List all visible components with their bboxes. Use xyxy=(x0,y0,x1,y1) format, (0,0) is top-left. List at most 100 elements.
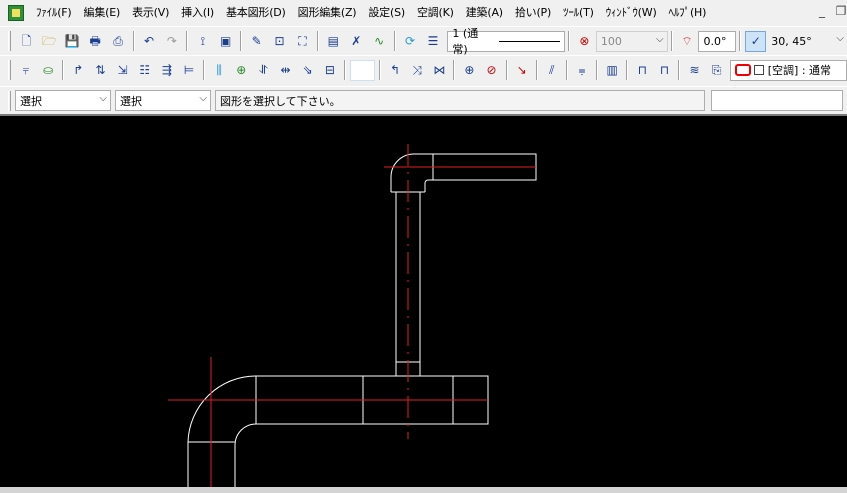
prompt-text: 図形を選択して下さい。 xyxy=(220,94,341,108)
angle-value: 0.0° xyxy=(703,34,727,48)
layer-color-swatch xyxy=(734,64,751,76)
crosshair-icon[interactable]: ⊕ xyxy=(459,60,479,81)
duct-outline[interactable] xyxy=(390,153,537,192)
menu-item[interactable]: ﾍﾙﾌﾟ(H) xyxy=(663,2,713,24)
mirror-icon[interactable]: ⋈ xyxy=(429,60,449,81)
app-icon[interactable] xyxy=(8,5,24,21)
hatch-icon[interactable]: ⊘ xyxy=(482,60,502,81)
command-bar: 選択 ⌵ 選択 ⌵ 図形を選択して下さい。 xyxy=(0,86,847,114)
coil-icon[interactable]: ⥯ xyxy=(253,60,273,81)
select-mode-1-value: 選択 xyxy=(20,94,42,108)
select-mode-2-value: 選択 xyxy=(120,94,142,108)
chevron-down-icon: ⌵ xyxy=(199,93,207,104)
command-input[interactable] xyxy=(711,90,843,111)
undo-icon[interactable]: ↶ xyxy=(139,31,160,52)
separator xyxy=(62,60,65,80)
flange-icon[interactable]: ⇶ xyxy=(157,60,177,81)
menu-item[interactable]: ﾌｧｲﾙ(F) xyxy=(30,2,78,24)
separator xyxy=(316,31,319,51)
fitting-tool-icon[interactable]: ⛀ xyxy=(38,60,58,81)
offset-icon[interactable]: ⤨ xyxy=(407,60,427,81)
hvac-toolbar: ⫧ ⛀ ↱ ⇅ ⇲ ☷ ⇶ ⊨ ⫼ ⊕ ⥯ ⇹ ⇘ ⊟ ↰ ⤨ ⋈ ⊕ ⊘ ↘ … xyxy=(0,55,847,84)
zoom-fit-icon[interactable]: ⛶ xyxy=(292,31,313,52)
restore-icon[interactable]: ❐ xyxy=(834,4,847,18)
print-preview-icon[interactable]: 🖶 xyxy=(85,31,106,52)
angle-input[interactable]: 0.0° xyxy=(698,30,737,52)
toolbar-grip[interactable] xyxy=(8,31,11,51)
save-icon[interactable]: 💾 xyxy=(62,31,83,52)
toolbar-grip[interactable] xyxy=(8,60,11,80)
menu-item[interactable]: 挿入(I) xyxy=(175,2,220,24)
minimize-icon[interactable]: _ xyxy=(815,4,829,18)
reducer-icon[interactable]: ⇲ xyxy=(113,60,133,81)
linetype-select[interactable]: 1 (通常) xyxy=(447,27,565,56)
select-mode-combo-2[interactable]: 選択 ⌵ xyxy=(115,90,211,111)
snap-angle-icon[interactable]: ✓ xyxy=(745,30,767,52)
toolbar-grip[interactable] xyxy=(8,90,11,111)
new-file-icon[interactable]: 🗋 xyxy=(16,31,37,52)
separator xyxy=(670,31,673,51)
route-icon[interactable]: ↰ xyxy=(385,60,405,81)
separator xyxy=(453,60,456,80)
damper-icon[interactable]: ☷ xyxy=(135,60,155,81)
drawing-canvas[interactable] xyxy=(0,114,847,493)
status-bar xyxy=(0,487,847,493)
menu-item[interactable]: 基本図形(D) xyxy=(220,2,292,24)
menu-item[interactable]: 編集(E) xyxy=(78,2,127,24)
frame-icon[interactable]: ⊓ xyxy=(632,60,652,81)
snap-angle-select[interactable]: 30, 45° ⌵ xyxy=(767,31,847,52)
layers-icon[interactable]: ≋ xyxy=(684,60,704,81)
menu-item[interactable]: ﾂｰﾙ(T) xyxy=(557,2,600,24)
menu-item[interactable]: 図形編集(Z) xyxy=(292,2,363,24)
branch-icon[interactable]: ⇅ xyxy=(90,60,110,81)
menu-item[interactable]: 空調(K) xyxy=(411,2,460,24)
chevron-down-icon: ⌵ xyxy=(99,93,107,104)
frame2-icon[interactable]: ⊓ xyxy=(654,60,674,81)
layer-label: [空調] : 通常 xyxy=(767,64,832,77)
separator xyxy=(626,60,629,80)
fan-icon[interactable]: ⊕ xyxy=(231,60,251,81)
measure-icon[interactable]: ✎ xyxy=(246,31,267,52)
properties-icon[interactable]: ☰ xyxy=(423,31,444,52)
menu-item[interactable]: 拾い(P) xyxy=(509,2,557,24)
refresh-icon[interactable]: ⟳ xyxy=(400,31,421,52)
insert-text-icon[interactable]: ⟟ xyxy=(192,31,213,52)
select-mode-combo-1[interactable]: 選択 ⌵ xyxy=(15,90,111,111)
separator xyxy=(739,31,742,51)
valve-icon[interactable]: ⫼ xyxy=(209,60,229,81)
arrow-icon[interactable]: ↘ xyxy=(512,60,532,81)
table-icon[interactable]: ▥ xyxy=(602,60,622,81)
zoom-window-icon[interactable]: ⊡ xyxy=(269,31,290,52)
duct-tool-icon[interactable]: ⫧ xyxy=(16,60,36,81)
scale-select[interactable]: 100 ⌵ xyxy=(595,30,668,52)
curve-icon[interactable]: ∿ xyxy=(369,31,390,52)
outlet-icon[interactable]: ⇘ xyxy=(298,60,318,81)
layer-manage-icon[interactable]: ⎘ xyxy=(707,60,727,81)
blank-tool-icon[interactable] xyxy=(349,59,375,81)
menu-item[interactable]: ｳｨﾝﾄﾞｳ(W) xyxy=(600,2,663,24)
layer-select[interactable]: [空調] : 通常 xyxy=(729,59,847,81)
cap-icon[interactable]: ⇹ xyxy=(276,60,296,81)
redo-icon[interactable]: ↷ xyxy=(161,31,182,52)
menu-item[interactable]: 表示(V) xyxy=(126,2,175,24)
snap-angle-value: 30, 45° xyxy=(771,34,812,48)
spell-icon[interactable]: ✗ xyxy=(346,31,367,52)
angle-icon[interactable]: ⌔ xyxy=(677,31,698,52)
menu-item[interactable]: 建築(A) xyxy=(460,2,509,24)
pipe-icon[interactable]: ⊨ xyxy=(179,60,199,81)
dimension-icon[interactable]: ⩦ xyxy=(572,60,592,81)
chevron-down-icon: ⌵ xyxy=(655,33,664,45)
drawing-svg xyxy=(168,144,537,489)
inlet-icon[interactable]: ⊟ xyxy=(320,60,340,81)
print-icon[interactable]: ⎙ xyxy=(108,31,129,52)
open-folder-icon[interactable]: 🗁 xyxy=(39,31,60,52)
menu-item[interactable]: 設定(S) xyxy=(362,2,411,24)
separator xyxy=(678,60,681,80)
slash-icon[interactable]: ⫽ xyxy=(542,60,562,81)
no-scale-icon[interactable]: ⊗ xyxy=(574,31,595,52)
text-tool-icon[interactable]: ▤ xyxy=(323,31,344,52)
insert-image-icon[interactable]: ▣ xyxy=(215,31,236,52)
elbow-icon[interactable]: ↱ xyxy=(68,60,88,81)
separator xyxy=(240,31,243,51)
duct-outline[interactable] xyxy=(187,375,489,489)
